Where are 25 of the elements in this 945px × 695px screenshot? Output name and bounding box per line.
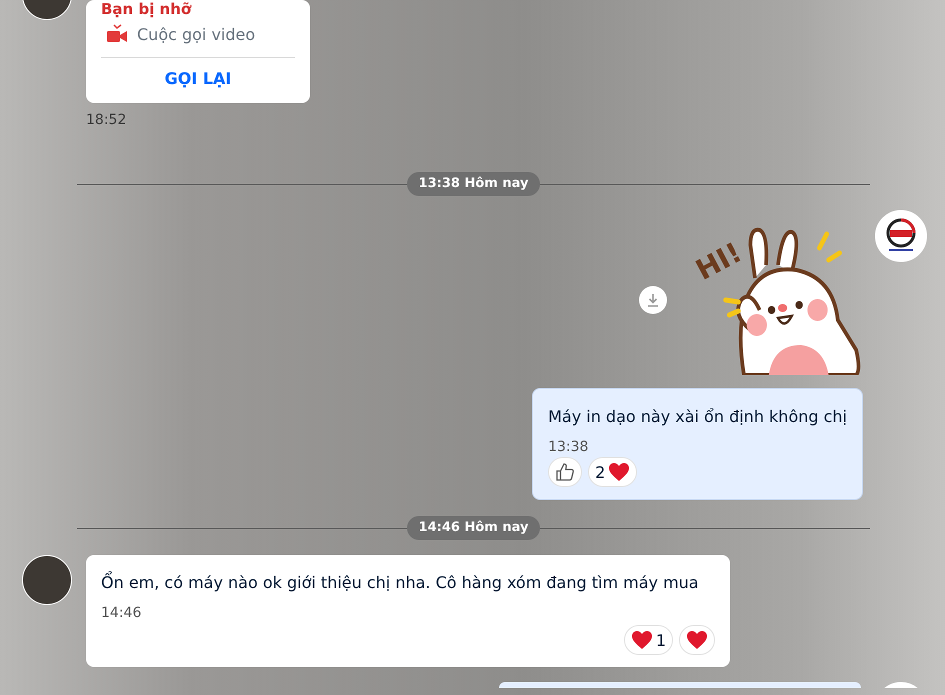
date-separator: 14:46 Hôm nay	[406, 516, 540, 540]
download-icon[interactable]	[639, 286, 667, 314]
reaction-count: 1	[656, 630, 666, 650]
missed-video-call-icon	[106, 24, 128, 44]
message-text: Máy in dạo này xài ổn định không chị	[548, 406, 847, 428]
bunny-sticker-drawing: HI!	[695, 220, 867, 375]
heart-icon	[608, 462, 630, 482]
missed-call-title: Bạn bị nhỡ	[101, 0, 192, 19]
thumbs-up-icon	[555, 462, 576, 482]
heart-icon	[630, 630, 653, 650]
reaction-chip[interactable]	[548, 457, 582, 487]
avatar-logo-icon[interactable]	[875, 210, 927, 262]
call-type-label: Cuộc gọi video	[137, 24, 256, 44]
call-back-button[interactable]: GỌI LẠI	[164, 69, 232, 88]
message-time: 18:52	[86, 112, 126, 128]
message-time: 13:38	[548, 439, 590, 455]
reaction-chip[interactable]: 2	[588, 457, 638, 487]
reaction-chip[interactable]: 1	[624, 625, 673, 655]
message-text: Ổn em, có máy nào ok giới thiệu chị nha. Cô hàng xóm đang tìm máy mua	[101, 571, 700, 594]
reaction-chip[interactable]	[679, 625, 715, 655]
heart-icon	[686, 630, 708, 650]
message-time: 14:46	[101, 605, 142, 621]
reaction-count: 2	[595, 462, 606, 482]
date-separator: 13:38 Hôm nay	[406, 172, 540, 196]
avatar-photo[interactable]	[22, 555, 72, 605]
